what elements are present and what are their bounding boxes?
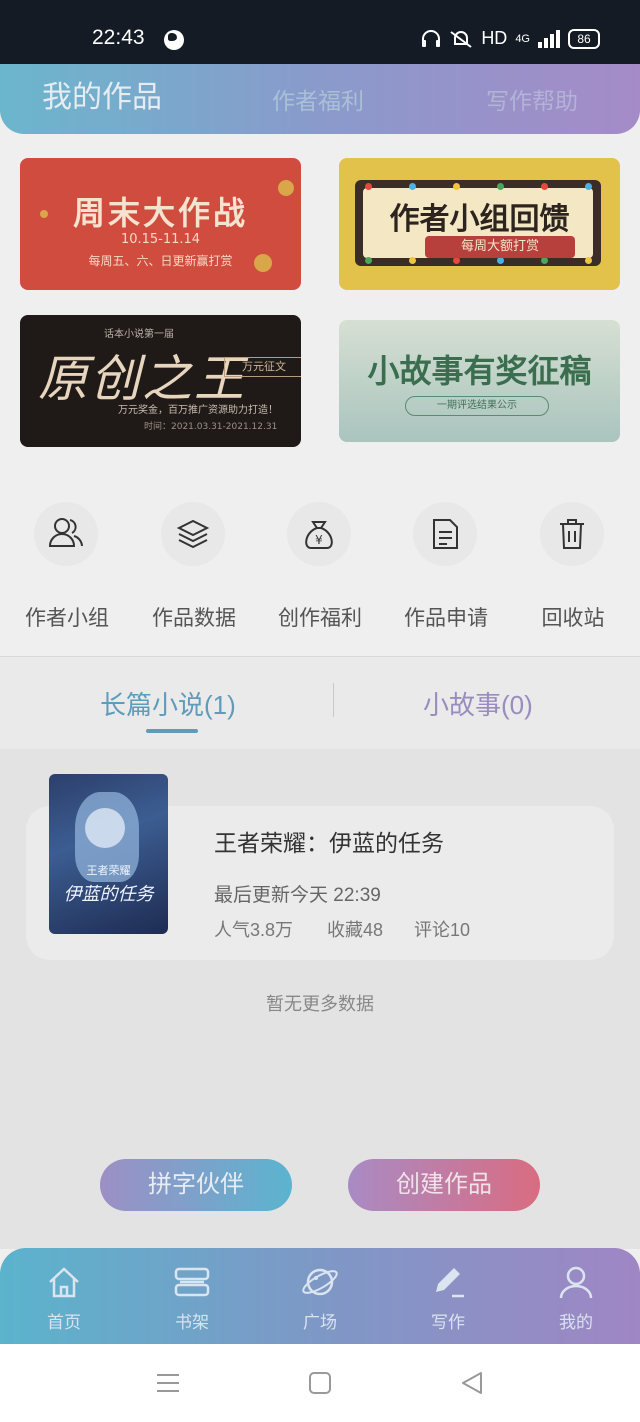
- tab-separator: [333, 683, 334, 717]
- tab-writing-help[interactable]: 写作帮助: [486, 82, 578, 116]
- menu-works-data[interactable]: 作品数据: [139, 502, 249, 632]
- banner-pill: 一期评选结果公示: [405, 396, 549, 416]
- banner-top-text: 话本小说第一届: [104, 329, 174, 340]
- light-dot: [365, 257, 372, 264]
- light-dot: [541, 257, 548, 264]
- cover-small-text: 王者荣耀: [86, 864, 131, 877]
- tab-author-benefits[interactable]: 作者福利: [272, 82, 364, 116]
- pen-icon: [436, 1268, 464, 1298]
- battery-icon: 86: [568, 28, 600, 49]
- active-tab-indicator: [146, 729, 198, 733]
- light-dot: [453, 183, 460, 190]
- globe-icon: [164, 30, 184, 50]
- money-bag-icon: ¥: [287, 502, 351, 566]
- tab-my-works[interactable]: 我的作品: [42, 72, 162, 116]
- book-popularity: 人气3.8万: [214, 920, 294, 940]
- hd-indicator: HD: [481, 28, 508, 48]
- cover-figure-head: [85, 808, 125, 848]
- status-time: 22:43: [92, 26, 145, 49]
- system-navigation-bar: [0, 1344, 640, 1422]
- book-favorites: 收藏48: [327, 920, 384, 940]
- back-triangle-icon[interactable]: [460, 1371, 484, 1395]
- light-dot: [585, 257, 592, 264]
- status-bar: 22:43 HD 4G 86: [0, 0, 640, 64]
- menu-label: 回收站: [541, 607, 605, 630]
- status-icons: HD 4G 86: [421, 28, 600, 49]
- nav-label: 写作: [431, 1313, 465, 1332]
- light-dot: [585, 183, 592, 190]
- trash-icon: [540, 502, 604, 566]
- light-dot: [453, 257, 460, 264]
- home-icon: [49, 1267, 79, 1298]
- nav-label: 广场: [303, 1313, 337, 1332]
- banner-title: 小故事有奖征稿: [367, 352, 592, 390]
- home-square-icon[interactable]: [309, 1372, 331, 1394]
- cover-main-text: 伊蓝的任务: [63, 884, 154, 905]
- partner-button[interactable]: 拼字伙伴: [100, 1159, 292, 1211]
- nav-label: 书架: [175, 1313, 209, 1332]
- light-dot: [409, 257, 416, 264]
- menu-label: 作者小组: [25, 607, 109, 630]
- banner-subtitle: 每周五、六、日更新赢打赏: [88, 254, 233, 268]
- no-more-data: 暂无更多数据: [266, 994, 374, 1014]
- planet-icon: [302, 1268, 338, 1296]
- bottom-navigation: 首页 书架 广场 写作 我的: [0, 1248, 640, 1344]
- content-tab-bar: 长篇小说(1) 小故事(0): [0, 657, 640, 749]
- menu-label: 作品申请: [404, 607, 488, 630]
- light-dot: [541, 183, 548, 190]
- bookshelf-icon: [174, 1267, 210, 1297]
- menu-label: 创作福利: [278, 607, 362, 630]
- nav-label: 首页: [47, 1313, 81, 1332]
- banner-short-story-contest[interactable]: 小故事有奖征稿 一期评选结果公示: [339, 320, 620, 442]
- layers-icon: [161, 502, 225, 566]
- light-dot: [497, 257, 504, 264]
- light-dot: [497, 183, 504, 190]
- tab-long-novels[interactable]: 长篇小说(1): [100, 685, 236, 722]
- book-cover[interactable]: 王者荣耀 伊蓝的任务: [49, 774, 168, 934]
- svg-text:¥: ¥: [315, 533, 323, 547]
- banner-title: 周末大作战: [72, 194, 248, 232]
- book-title[interactable]: 王者荣耀：伊蓝的任务: [214, 824, 444, 858]
- network-type: 4G: [515, 32, 530, 45]
- menu-creation-benefits[interactable]: ¥ 创作福利: [265, 502, 375, 632]
- light-dot: [409, 183, 416, 190]
- banner-original-king[interactable]: 话本小说第一届 原创之王 万元征文 万元奖金，百万推广资源助力打造！ 时间：20…: [20, 315, 301, 447]
- banner-weekend-battle[interactable]: 周末大作战 10.15-11.14 每周五、六、日更新赢打赏: [20, 158, 301, 290]
- users-icon: [34, 502, 98, 566]
- headset-icon: [422, 29, 441, 47]
- document-icon: [413, 502, 477, 566]
- banner-ribbon: 每周大额打赏: [425, 236, 575, 258]
- banner-date: 10.15-11.14: [120, 232, 201, 247]
- banner-date: 时间：2021.03.31-2021.12.31: [144, 422, 278, 432]
- create-work-button[interactable]: 创建作品: [348, 1159, 540, 1211]
- top-tab-bar: 我的作品 作者福利 写作帮助: [0, 64, 640, 134]
- menu-label: 作品数据: [152, 607, 236, 630]
- cover-title: 王者荣耀 伊蓝的任务: [49, 862, 168, 906]
- book-last-update: 最后更新今天 22:39: [214, 885, 381, 906]
- nav-label: 我的: [559, 1313, 593, 1332]
- menu-recycle-bin[interactable]: 回收站: [518, 502, 628, 632]
- banner-title: 作者小组回馈: [389, 202, 570, 237]
- menu-work-application[interactable]: 作品申请: [391, 502, 501, 632]
- book-comments: 评论10: [414, 920, 471, 940]
- light-dot: [365, 183, 372, 190]
- banner-subtitle: 万元奖金，百万推广资源助力打造！: [118, 405, 278, 416]
- menu-icon[interactable]: [156, 1372, 180, 1394]
- mute-bell-icon: [450, 30, 472, 48]
- signal-icon: [538, 29, 560, 48]
- banner-author-group-reward[interactable]: 作者小组回馈 每周大额打赏: [339, 158, 620, 290]
- banner-tag: 万元征文: [224, 357, 301, 377]
- menu-author-group[interactable]: 作者小组: [12, 502, 122, 632]
- tab-short-stories[interactable]: 小故事(0): [423, 685, 533, 722]
- profile-icon: [559, 1266, 593, 1299]
